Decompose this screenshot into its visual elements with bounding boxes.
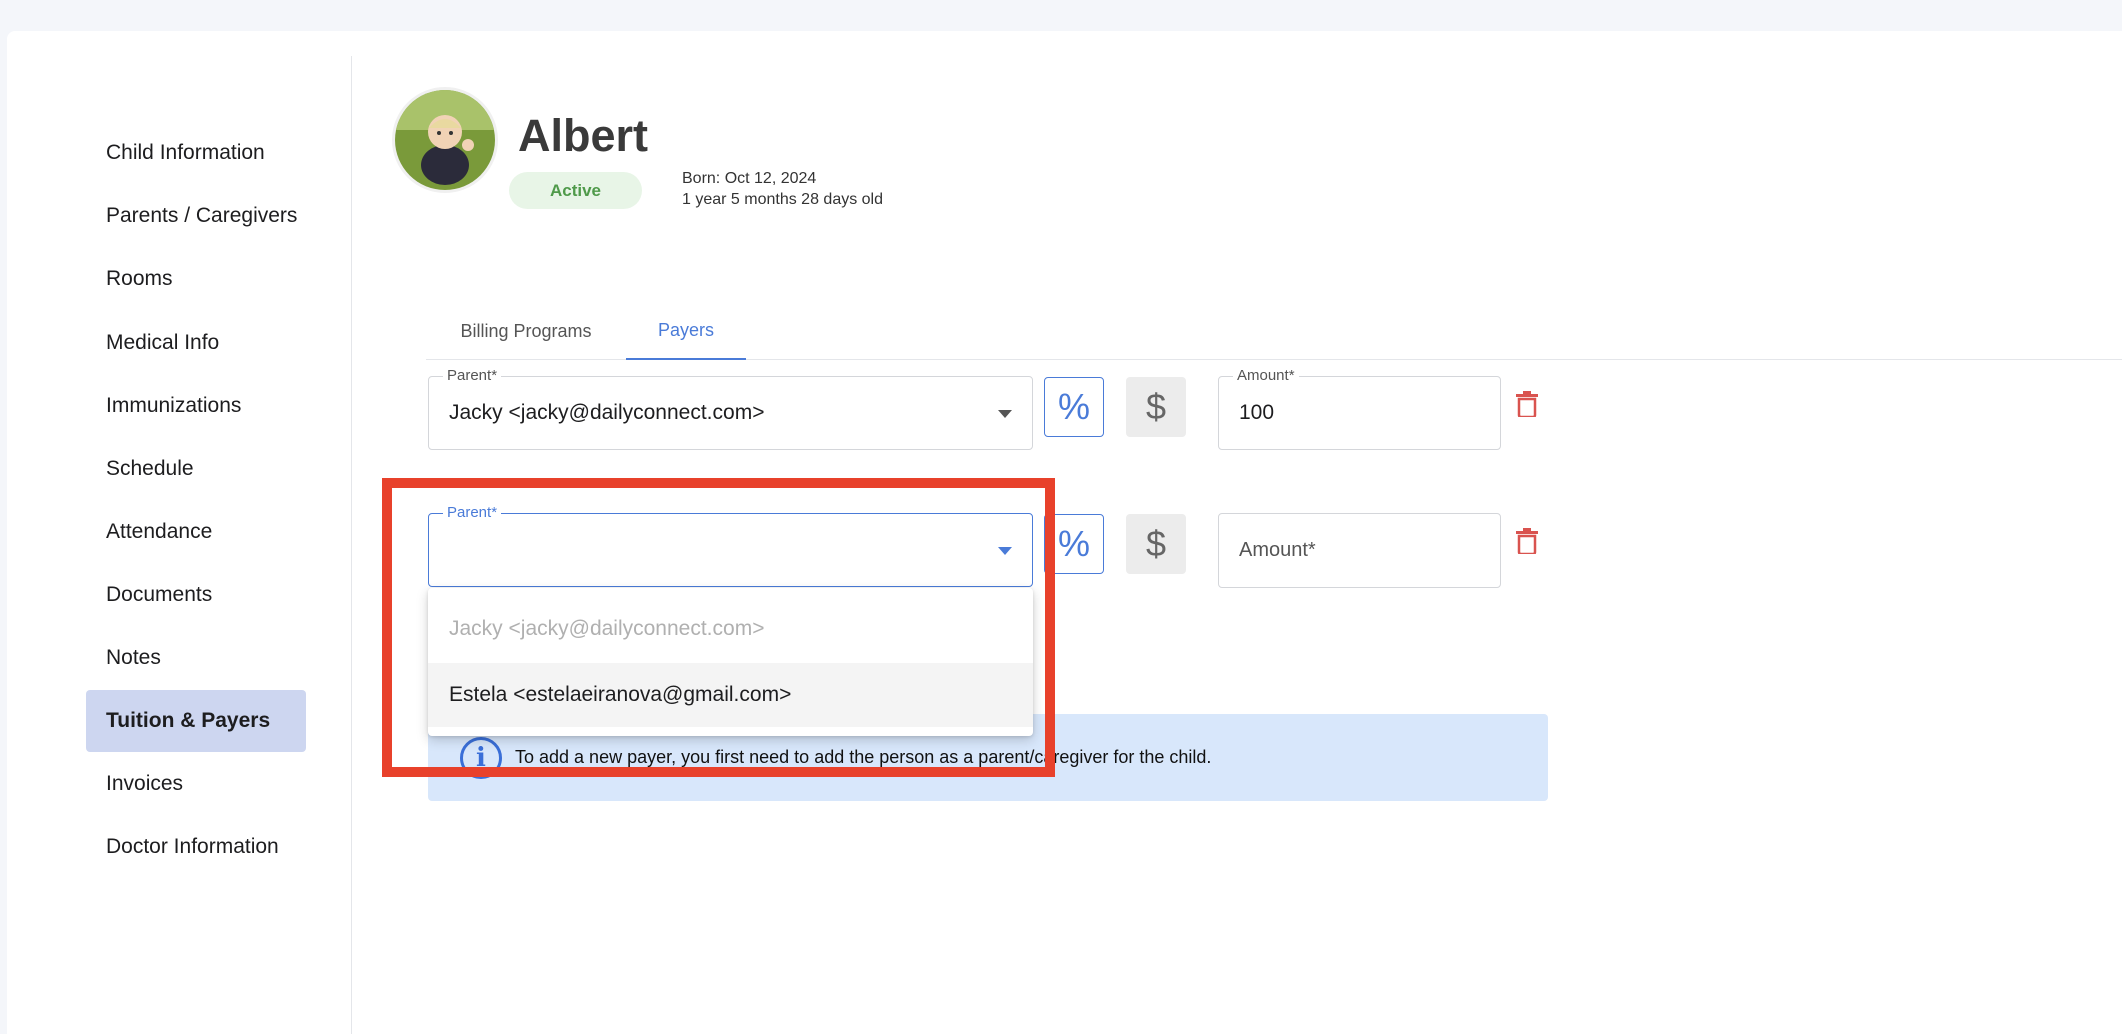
sidebar-item-label: Child Information [106,141,265,164]
dropdown-option[interactable]: Estela <estelaeiranova@gmail.com> [428,663,1033,727]
amount-field[interactable]: Amount* 100 [1218,367,1501,450]
amount-field-value: 100 [1239,401,1275,424]
dropdown-option: Jacky <jacky@dailyconnect.com> [449,617,765,640]
sidebar-item-doctor-information[interactable]: Doctor Information [86,816,306,878]
sidebar-item-documents[interactable]: Documents [86,564,306,626]
sidebar-item-rooms[interactable]: Rooms [86,248,306,310]
birth-info: Born: Oct 12, 2024 1 year 5 months 28 da… [682,168,883,210]
amount-field[interactable]: Amount* [1218,513,1501,588]
sidebar-item-label: Invoices [106,772,184,795]
chevron-down-icon [998,547,1012,555]
parent-dropdown-menu: Jacky <jacky@dailyconnect.com> Estela <e… [428,588,1033,736]
sidebar-item-invoices[interactable]: Invoices [86,753,306,815]
tab-bar: Billing Programs Payers [426,302,2122,360]
parent-select[interactable]: Parent* Jacky <jacky@dailyconnect.com> [428,367,1033,450]
info-icon: i [460,737,502,779]
sidebar-item-label: Immunizations [106,394,242,417]
sidebar: Child Information Parents / Caregivers R… [7,56,352,1034]
sidebar-item-label: Medical Info [106,331,220,354]
child-age: 1 year 5 months 28 days old [682,191,884,208]
parent-select-label: Parent* [443,504,502,521]
percent-toggle-button[interactable]: % [1044,377,1104,437]
sidebar-item-label: Doctor Information [106,835,279,858]
delete-icon[interactable] [1516,528,1538,554]
dollar-toggle-button[interactable]: $ [1126,377,1186,437]
tab-billing-programs[interactable]: Billing Programs [426,302,626,360]
sidebar-item-label: Rooms [106,267,173,290]
amount-field-placeholder: Amount* [1239,539,1316,561]
sidebar-item-parents-caregivers[interactable]: Parents / Caregivers [86,185,306,247]
sidebar-item-notes[interactable]: Notes [86,627,306,689]
sidebar-item-attendance[interactable]: Attendance [86,501,306,563]
sidebar-item-label: Notes [106,646,161,669]
chevron-down-icon [998,410,1012,418]
sidebar-item-label: Parents / Caregivers [106,204,298,227]
sidebar-item-label: Documents [106,583,213,606]
tab-payers[interactable]: Payers [626,302,746,360]
status-badge: Active [509,172,642,209]
sidebar-item-tuition-payers[interactable]: Tuition & Payers [86,690,306,752]
sidebar-item-child-information[interactable]: Child Information [86,122,306,184]
sidebar-item-label: Schedule [106,457,194,480]
dollar-toggle-button[interactable]: $ [1126,514,1186,574]
sidebar-item-label: Tuition & Payers [106,709,271,732]
avatar [392,87,498,193]
sidebar-item-label: Attendance [106,520,213,543]
parent-select-value: Jacky <jacky@dailyconnect.com> [449,401,765,424]
parent-select[interactable]: Parent* [428,504,1033,587]
born-date: Born: Oct 12, 2024 [682,170,817,187]
sidebar-item-immunizations[interactable]: Immunizations [86,375,306,437]
child-name: Albert [518,110,649,161]
sidebar-item-schedule[interactable]: Schedule [86,438,306,500]
percent-toggle-button[interactable]: % [1044,514,1104,574]
delete-icon[interactable] [1516,391,1538,417]
sidebar-item-medical-info[interactable]: Medical Info [86,312,306,374]
